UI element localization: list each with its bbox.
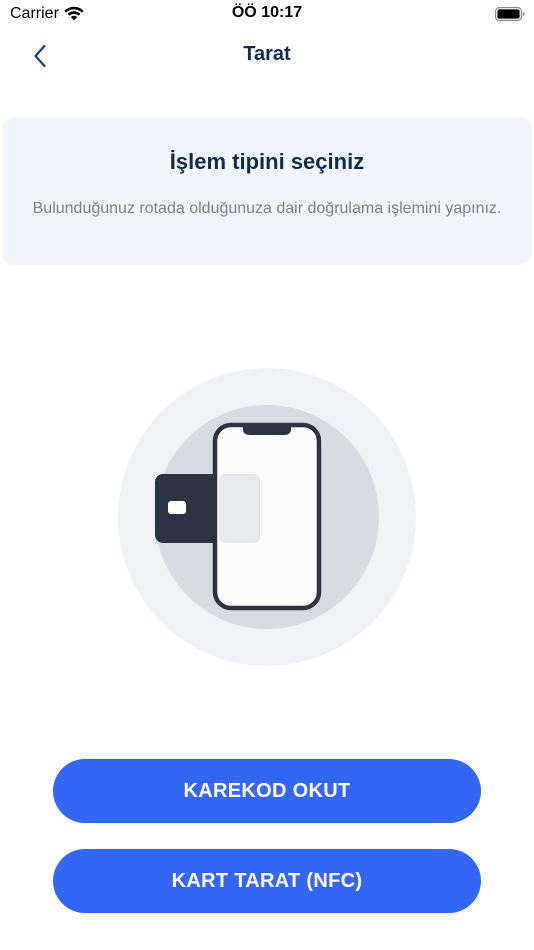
status-bar: Carrier ÖÖ 10:17 [0,0,534,30]
status-time: ÖÖ 10:17 [231,4,303,21]
info-card: İşlem tipini seçiniz Bulunduğunuz rotada… [2,117,532,265]
battery-icon [495,7,525,26]
page-title: Tarat [243,43,291,65]
nfc-card-phone-icon [118,368,416,666]
qr-scan-button[interactable]: KAREKOD OKUT [53,759,481,823]
navigation-bar: Tarat [0,30,534,80]
nfc-illustration [118,368,416,666]
nfc-scan-button[interactable]: KART TARAT (NFC) [53,849,481,913]
info-card-description: Bulunduğunuz rotada olduğunuza dair doğr… [32,200,502,217]
info-card-title: İşlem tipini seçiniz [169,149,365,174]
